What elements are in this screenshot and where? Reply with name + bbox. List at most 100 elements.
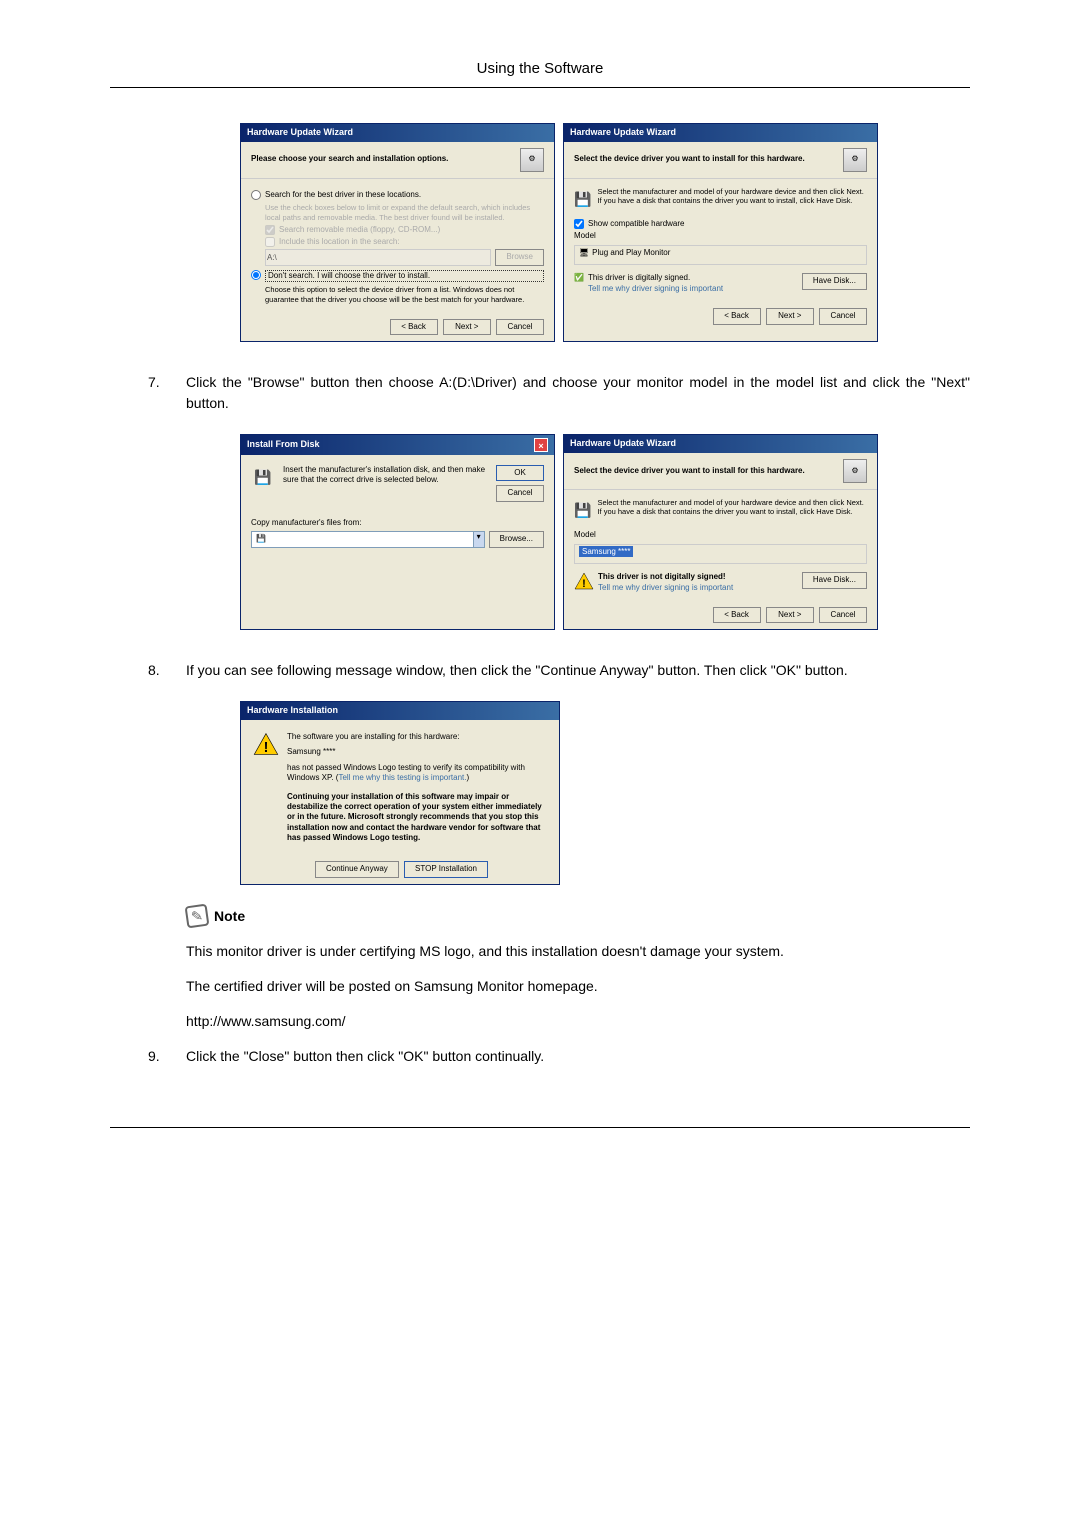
drive-icon: 💾 <box>252 532 270 546</box>
step-text: Click the "Browse" button then choose A:… <box>186 372 970 414</box>
wizard-dialog-select-driver-2: Hardware Update Wizard Select the device… <box>563 434 878 630</box>
radio-dont-search-label: Don't search. I will choose the driver t… <box>265 270 544 282</box>
page-footer-line <box>110 1127 970 1128</box>
svg-text:!: ! <box>264 740 269 756</box>
screenshot-row-2: Install From Disk × 💾 Insert the manufac… <box>148 434 970 630</box>
model-item: Plug and Play Monitor <box>592 248 670 258</box>
model-list[interactable]: Samsung **** <box>574 544 867 564</box>
have-disk-button[interactable]: Have Disk... <box>802 273 867 289</box>
stop-installation-button[interactable]: STOP Installation <box>404 861 488 877</box>
radio-search-best-label: Search for the best driver in these loca… <box>265 190 544 200</box>
install-disk-desc: Insert the manufacturer's installation d… <box>283 465 488 486</box>
radio-dont-search-desc: Choose this option to select the device … <box>251 285 544 305</box>
radio-search-desc: Use the check boxes below to limit or ex… <box>251 203 544 223</box>
step-number: 9. <box>148 1046 170 1067</box>
back-button[interactable]: < Back <box>713 308 761 324</box>
wizard-heading: Select the device driver you want to ins… <box>574 154 805 164</box>
dialog-title: Hardware Installation <box>247 705 338 717</box>
next-button[interactable]: Next > <box>766 308 814 324</box>
floppy-icon: 💾 <box>251 465 275 489</box>
path-input <box>265 249 491 265</box>
note-paragraph-1: This monitor driver is under certifying … <box>186 941 970 962</box>
dialog-title-bar: Install From Disk × <box>241 435 554 455</box>
next-button[interactable]: Next > <box>766 607 814 623</box>
wizard-heading: Select the device driver you want to ins… <box>574 466 805 476</box>
model-item-selected: Samsung **** <box>579 546 633 557</box>
model-label: Model <box>574 530 867 540</box>
note-url: http://www.samsung.com/ <box>186 1011 970 1032</box>
dialog-title: Hardware Update Wizard <box>247 127 353 139</box>
hw-line3: has not passed Windows Logo testing to v… <box>287 763 547 784</box>
step-text: If you can see following message window,… <box>186 660 970 681</box>
testing-link[interactable]: Tell me why this testing is important. <box>338 773 466 782</box>
wizard-desc: Select the manufacturer and model of you… <box>597 498 867 518</box>
browse-button[interactable]: Browse... <box>489 531 544 547</box>
wizard-icon: ⚙ <box>843 148 867 172</box>
floppy-icon: 💾 <box>574 498 591 522</box>
step-number: 8. <box>148 660 170 681</box>
signing-link[interactable]: Tell me why driver signing is important <box>598 583 733 593</box>
dialog-title: Hardware Update Wizard <box>570 127 676 139</box>
signed-text: This driver is digitally signed. <box>588 273 723 283</box>
copy-files-label: Copy manufacturer's files from: <box>251 518 544 528</box>
note-title: Note <box>214 908 245 924</box>
dialog-title: Install From Disk <box>247 439 320 451</box>
page-header: Using the Software <box>110 60 970 88</box>
note-paragraph-2: The certified driver will be posted on S… <box>186 976 970 997</box>
hw-line2: Samsung **** <box>287 747 547 757</box>
have-disk-button[interactable]: Have Disk... <box>802 572 867 588</box>
dialog-title-bar: Hardware Installation <box>241 702 559 720</box>
note-header: ✎ Note <box>186 905 970 927</box>
hw-bold-warning: Continuing your installation of this sof… <box>287 792 547 844</box>
checkbox-show-compatible-label: Show compatible hardware <box>588 219 685 229</box>
floppy-icon: 💾 <box>574 187 591 211</box>
checkbox-removable <box>265 225 275 235</box>
note-icon: ✎ <box>185 903 210 928</box>
model-list[interactable]: 🖥 Plug and Play Monitor <box>574 245 867 265</box>
cancel-button[interactable]: Cancel <box>819 607 867 623</box>
warning-icon: ! <box>574 572 594 590</box>
continue-anyway-button[interactable]: Continue Anyway <box>315 861 399 877</box>
browse-button-disabled: Browse <box>495 249 544 265</box>
dialog-title: Hardware Update Wizard <box>570 438 676 450</box>
signed-icon: ✅ <box>574 273 584 294</box>
wizard-dialog-select-driver: Hardware Update Wizard Select the device… <box>563 123 878 342</box>
next-button[interactable]: Next > <box>443 319 491 335</box>
wizard-heading: Please choose your search and installati… <box>251 154 448 164</box>
dialog-title-bar: Hardware Update Wizard <box>564 435 877 453</box>
close-icon[interactable]: × <box>534 438 548 452</box>
warning-icon: ! <box>253 732 279 756</box>
radio-dont-search[interactable] <box>251 270 261 280</box>
radio-search-best[interactable] <box>251 190 261 200</box>
svg-text:!: ! <box>582 578 586 590</box>
not-signed-text: This driver is not digitally signed! <box>598 572 733 582</box>
step-number: 7. <box>148 372 170 414</box>
checkbox-include-location <box>265 237 275 247</box>
checkbox-location-label: Include this location in the search: <box>279 237 400 247</box>
dialog-title-bar: Hardware Update Wizard <box>241 124 554 142</box>
cancel-button[interactable]: Cancel <box>496 485 544 501</box>
checkbox-removable-label: Search removable media (floppy, CD-ROM..… <box>279 225 440 235</box>
monitor-icon: 🖥 <box>579 248 589 258</box>
install-from-disk-dialog: Install From Disk × 💾 Insert the manufac… <box>240 434 555 630</box>
hw-line1: The software you are installing for this… <box>287 732 547 742</box>
wizard-desc: Select the manufacturer and model of you… <box>597 187 867 207</box>
wizard-icon: ⚙ <box>843 459 867 483</box>
dialog-title-bar: Hardware Update Wizard <box>564 124 877 142</box>
wizard-dialog-search: Hardware Update Wizard Please choose you… <box>240 123 555 342</box>
cancel-button[interactable]: Cancel <box>496 319 544 335</box>
back-button[interactable]: < Back <box>713 607 761 623</box>
ok-button[interactable]: OK <box>496 465 544 481</box>
hw-line3-end: ) <box>466 773 469 782</box>
checkbox-show-compatible[interactable] <box>574 219 584 229</box>
signing-link[interactable]: Tell me why driver signing is important <box>588 284 723 294</box>
hardware-installation-dialog: Hardware Installation ! The software you… <box>240 701 560 885</box>
step-text: Click the "Close" button then click "OK"… <box>186 1046 970 1067</box>
wizard-icon: ⚙ <box>520 148 544 172</box>
dropdown-icon[interactable]: ▾ <box>473 532 484 546</box>
cancel-button[interactable]: Cancel <box>819 308 867 324</box>
model-label: Model <box>574 231 867 241</box>
drive-path-input[interactable] <box>270 532 473 546</box>
back-button[interactable]: < Back <box>390 319 438 335</box>
screenshot-row-1: Hardware Update Wizard Please choose you… <box>148 123 970 342</box>
